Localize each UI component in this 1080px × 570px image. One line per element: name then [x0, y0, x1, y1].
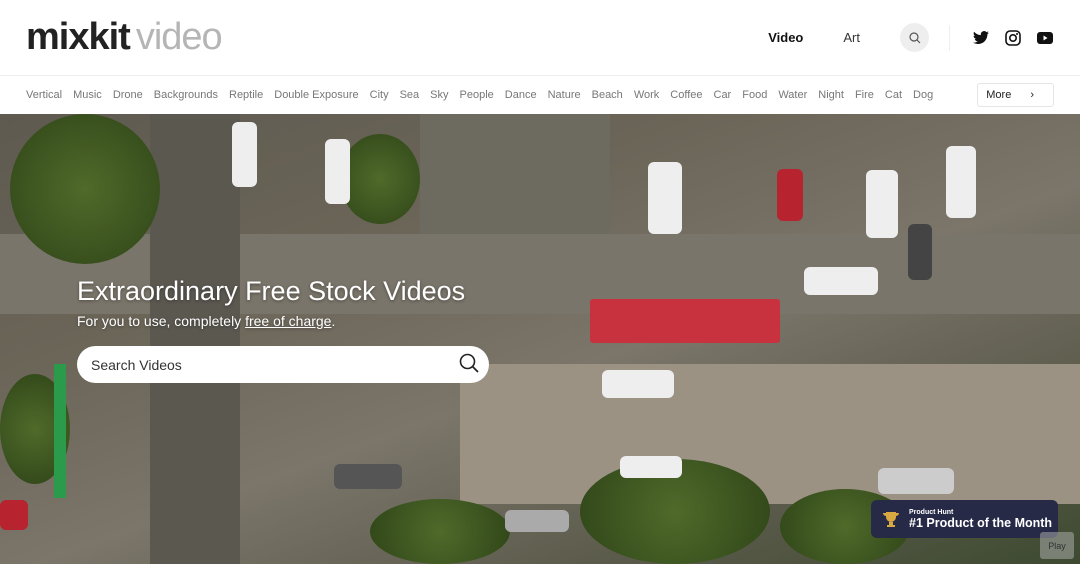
- category-dance[interactable]: Dance: [505, 89, 537, 101]
- search-icon[interactable]: [459, 353, 479, 376]
- hero-title: Extraordinary Free Stock Videos: [77, 276, 466, 306]
- search-placeholder: Search Videos: [91, 356, 182, 373]
- badge-title: #1 Product of the Month: [909, 515, 1053, 530]
- free-of-charge-link[interactable]: free of charge: [245, 313, 331, 329]
- category-music[interactable]: Music: [73, 89, 102, 101]
- more-button[interactable]: More ›: [977, 83, 1054, 107]
- more-label: More: [986, 89, 1012, 101]
- play-button[interactable]: Play: [1040, 532, 1074, 559]
- category-backgrounds[interactable]: Backgrounds: [154, 89, 218, 101]
- category-food[interactable]: Food: [742, 89, 767, 101]
- category-beach[interactable]: Beach: [592, 89, 623, 101]
- search-videos-input[interactable]: Search Videos: [77, 346, 489, 383]
- category-reptile[interactable]: Reptile: [229, 89, 263, 101]
- search-button[interactable]: [900, 23, 929, 52]
- category-work[interactable]: Work: [634, 89, 659, 101]
- product-hunt-badge[interactable]: Product Hunt #1 Product of the Month: [871, 500, 1058, 538]
- hero-video: Extraordinary Free Stock Videos For you …: [0, 114, 1080, 564]
- youtube-icon[interactable]: [1036, 29, 1054, 47]
- category-sea[interactable]: Sea: [400, 89, 420, 101]
- hero-subtitle: For you to use, completely free of charg…: [77, 313, 335, 329]
- category-drone[interactable]: Drone: [113, 89, 143, 101]
- category-car[interactable]: Car: [714, 89, 732, 101]
- subtitle-suffix: .: [331, 313, 336, 329]
- category-bar: Vertical Music Drone Backgrounds Reptile Doub…: [0, 76, 1080, 114]
- category-vertical[interactable]: Vertical: [26, 89, 62, 101]
- chevron-right-icon: ›: [1030, 89, 1034, 101]
- search-icon: [908, 31, 920, 43]
- main-nav: Video Art: [768, 23, 1054, 52]
- category-people[interactable]: People: [460, 89, 494, 101]
- category-city[interactable]: City: [370, 89, 389, 101]
- category-sky[interactable]: Sky: [430, 89, 448, 101]
- category-dog[interactable]: Dog: [913, 89, 933, 101]
- instagram-icon[interactable]: [1004, 29, 1022, 47]
- category-coffee[interactable]: Coffee: [670, 89, 702, 101]
- category-nature[interactable]: Nature: [548, 89, 581, 101]
- logo-text: mixkit: [26, 16, 131, 58]
- category-water[interactable]: Water: [778, 89, 807, 101]
- twitter-icon[interactable]: [972, 29, 990, 47]
- category-night[interactable]: Night: [818, 89, 844, 101]
- category-fire[interactable]: Fire: [855, 89, 874, 101]
- category-cat[interactable]: Cat: [885, 89, 902, 101]
- trophy-icon: [883, 512, 899, 527]
- category-double-exposure[interactable]: Double Exposure: [274, 89, 358, 101]
- header: mixkit video Video Art: [0, 0, 1080, 76]
- nav-art[interactable]: Art: [843, 30, 860, 45]
- divider: [949, 24, 950, 51]
- logo[interactable]: mixkit video: [26, 16, 223, 59]
- logo-subtext: video: [135, 16, 223, 58]
- subtitle-text: For you to use, completely: [77, 313, 246, 329]
- badge-label: Product Hunt: [909, 508, 954, 516]
- nav-video[interactable]: Video: [768, 30, 803, 45]
